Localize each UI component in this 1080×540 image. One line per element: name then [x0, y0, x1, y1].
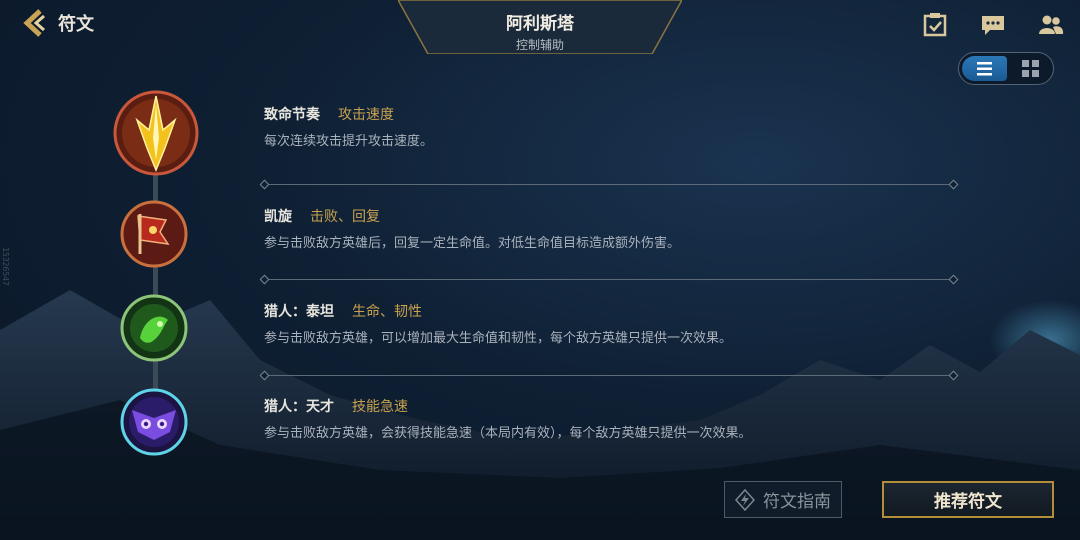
back-arrow-icon	[23, 9, 45, 37]
background-mountains	[0, 290, 1080, 540]
rune-tag: 击败、回复	[310, 209, 380, 225]
rune-entry: 致命节奏 攻击速度 每次连续攻击提升攻击速度。	[264, 104, 433, 149]
rune-hunter-genius[interactable]	[120, 388, 188, 456]
champion-title-panel: 阿利斯塔 控制辅助	[398, 0, 682, 54]
list-icon	[977, 62, 992, 76]
rune-description: 参与击败敌方英雄，可以增加最大生命值和韧性，每个敌方英雄只提供一次效果。	[264, 331, 733, 346]
list-view-button[interactable]	[962, 56, 1007, 81]
lightning-icon	[735, 488, 755, 511]
checklist-icon[interactable]	[922, 12, 948, 38]
rune-tag: 生命、韧性	[352, 304, 422, 320]
rune-name: 猎人：天才	[264, 399, 334, 415]
side-id-text: 15326547	[0, 247, 10, 286]
rune-description: 每次连续攻击提升攻击速度。	[264, 134, 434, 149]
rune-lethal-tempo[interactable]	[113, 90, 199, 176]
back-label: 符文	[58, 14, 94, 35]
rune-guide-button[interactable]: 符文指南	[724, 481, 842, 518]
lethal-tempo-icon	[113, 90, 199, 176]
rune-entry: 猎人：天才 技能急速 参与击败敌方英雄，会获得技能急速（本局内有效），每个敌方英雄…	[264, 396, 752, 441]
view-mode-toggle	[958, 52, 1054, 85]
hunter-genius-icon	[120, 388, 188, 456]
rune-tag: 技能急速	[352, 399, 408, 415]
rune-description: 参与击败敌方英雄，会获得技能急速（本局内有效），每个敌方英雄只提供一次效果。	[264, 426, 752, 441]
chat-icon[interactable]	[980, 12, 1006, 38]
divider	[264, 375, 954, 376]
rune-guide-label: 符文指南	[763, 492, 831, 512]
divider	[264, 279, 954, 280]
recommend-runes-button[interactable]: 推荐符文	[882, 481, 1054, 518]
rune-entry: 凯旋 击败、回复 参与击败敌方英雄后，回复一定生命值。对低生命值目标造成额外伤害。	[264, 206, 680, 251]
rune-hunter-titan[interactable]	[120, 294, 188, 362]
champion-name: 阿利斯塔	[506, 14, 574, 34]
grid-view-button[interactable]	[1011, 56, 1051, 81]
triumph-icon	[120, 200, 188, 268]
rune-entry: 猎人：泰坦 生命、韧性 参与击败敌方英雄，可以增加最大生命值和韧性，每个敌方英雄只…	[264, 301, 732, 346]
rune-name: 猎人：泰坦	[264, 304, 334, 320]
friends-icon[interactable]	[1038, 12, 1064, 38]
rune-track	[153, 150, 158, 420]
grid-icon	[1022, 60, 1039, 77]
rune-tag: 攻击速度	[338, 107, 394, 123]
back-button[interactable]: 符文	[22, 8, 94, 38]
champion-role: 控制辅助	[515, 38, 564, 52]
rune-name: 致命节奏	[264, 107, 320, 123]
rune-name: 凯旋	[264, 209, 292, 225]
recommend-runes-label: 推荐符文	[934, 492, 1002, 512]
rune-description: 参与击败敌方英雄后，回复一定生命值。对低生命值目标造成额外伤害。	[264, 236, 681, 251]
hunter-titan-icon	[120, 294, 188, 362]
rune-triumph[interactable]	[120, 200, 188, 268]
divider	[264, 184, 954, 185]
